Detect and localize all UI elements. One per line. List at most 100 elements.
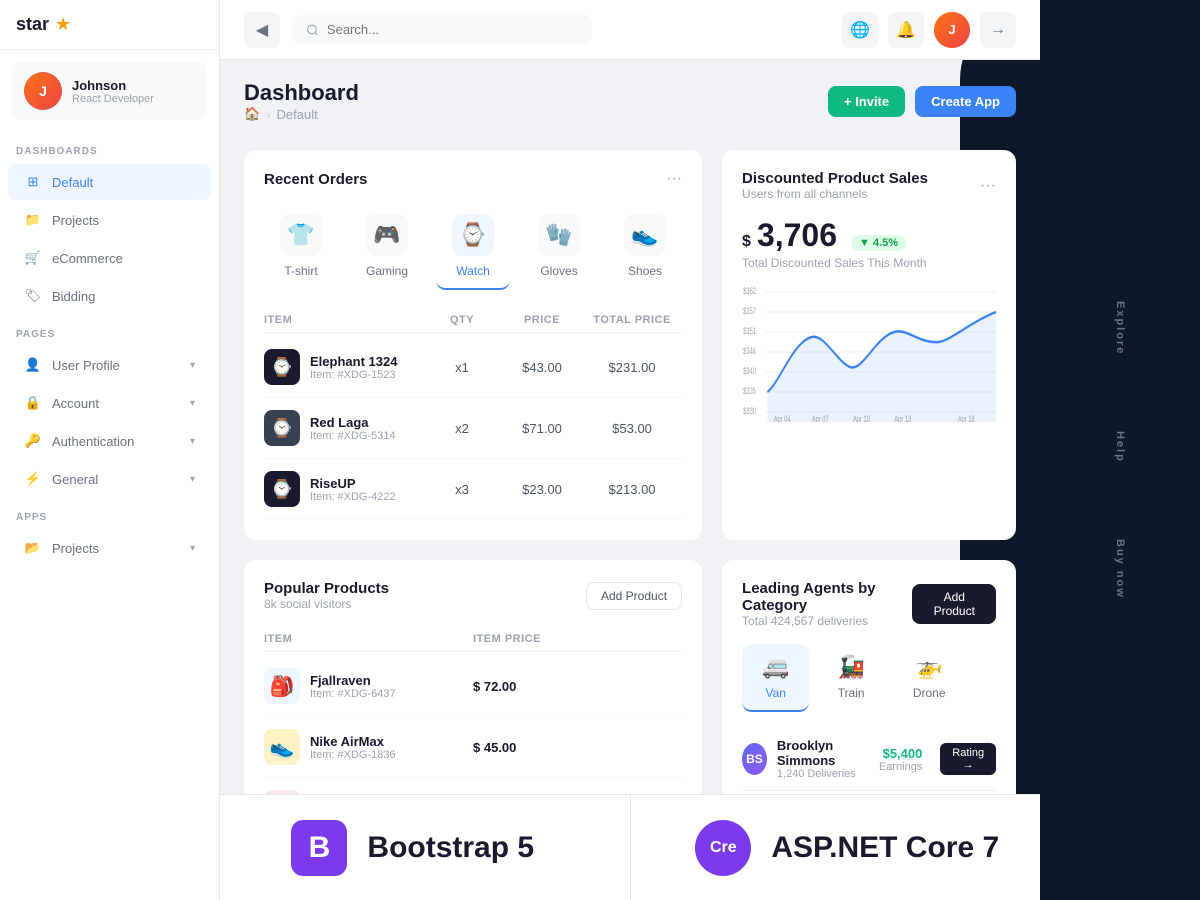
- tshirt-icon: 👕: [280, 214, 322, 256]
- sidebar-item-general[interactable]: ⚡ General ▾: [8, 461, 211, 497]
- grid-icon: ⊞: [24, 173, 42, 191]
- bootstrap-label: Bootstrap 5: [367, 831, 534, 865]
- product-row: 🎒 Fjallraven Item: #XDG-6437 $ 72.00: [264, 656, 682, 717]
- svg-text:$357: $357: [743, 306, 756, 317]
- product-name: Nike AirMax: [310, 734, 396, 749]
- product-id: Item: #XDG-1523: [310, 369, 397, 381]
- main-content: ◀ 🌐 🔔 J → Dashboard 🏠 › Default: [220, 0, 1040, 900]
- product-details: Elephant 1324 Item: #XDG-1523: [310, 354, 397, 381]
- recent-orders-title: Recent Orders: [264, 171, 367, 188]
- sidebar-item-projects[interactable]: 📁 Projects: [8, 202, 211, 238]
- explore-label[interactable]: Explore: [1106, 293, 1134, 363]
- tab-label: Shoes: [628, 264, 662, 278]
- invite-button[interactable]: + Invite: [828, 86, 905, 117]
- col-total: TOTAL PRICE: [582, 314, 682, 326]
- bootstrap-icon: B: [291, 820, 347, 876]
- product-row: 👟 Nike AirMax Item: #XDG-1836 $ 45.00: [264, 717, 682, 778]
- chevron-down-icon: ▾: [190, 398, 195, 409]
- search-icon: [306, 23, 319, 37]
- total-cell: $53.00: [582, 421, 682, 436]
- svg-text:$346: $346: [743, 346, 756, 357]
- product-price: $ 45.00: [473, 740, 682, 755]
- sidebar-user[interactable]: J Johnson React Developer: [12, 62, 207, 120]
- topbar: ◀ 🌐 🔔 J →: [220, 0, 1040, 60]
- svg-text:Apr 07: Apr 07: [812, 414, 829, 422]
- gaming-icon: 🎮: [366, 214, 408, 256]
- sidebar-item-bidding[interactable]: 🏷 Bidding: [8, 278, 211, 314]
- sidebar-item-label: Bidding: [52, 289, 95, 304]
- sidebar-item-authentication[interactable]: 🔑 Authentication ▾: [8, 423, 211, 459]
- col-qty: QTY: [422, 314, 502, 326]
- product-image: ⌚: [264, 349, 300, 385]
- add-product-agents-button[interactable]: Add Product: [912, 584, 996, 624]
- product-details: Fjallraven Item: #XDG-6437: [310, 673, 396, 700]
- add-product-button[interactable]: Add Product: [586, 582, 682, 610]
- product-image: ⌚: [264, 471, 300, 507]
- tab-drone[interactable]: 🚁 Drone: [893, 644, 966, 712]
- product-id: Item: #XDG-6437: [310, 688, 396, 700]
- search-box[interactable]: [292, 15, 592, 44]
- price-cell: $43.00: [502, 360, 582, 375]
- popular-title-area: Popular Products 8k social visitors: [264, 580, 389, 611]
- total-cell: $231.00: [582, 360, 682, 375]
- help-label[interactable]: Help: [1106, 423, 1134, 471]
- collapse-button[interactable]: ◀: [244, 12, 280, 48]
- page-title: Dashboard: [244, 80, 359, 106]
- sidebar-item-user-profile[interactable]: 👤 User Profile ▾: [8, 347, 211, 383]
- svg-text:Apr 10: Apr 10: [853, 414, 870, 422]
- tab-tshirt[interactable]: 👕 T-shirt: [264, 204, 338, 290]
- sidebar-item-account[interactable]: 🔒 Account ▾: [8, 385, 211, 421]
- tab-gloves[interactable]: 🧤 Gloves: [522, 204, 596, 290]
- discounted-header: Discounted Product Sales Users from all …: [742, 170, 996, 201]
- notification-button[interactable]: 🔔: [888, 12, 924, 48]
- arrow-right-icon[interactable]: →: [980, 12, 1016, 48]
- more-menu-icon[interactable]: ···: [980, 177, 996, 195]
- drone-icon: 🚁: [915, 654, 942, 680]
- brand-bar: B Bootstrap 5 Cre ASP.NET Core 7: [220, 794, 1040, 900]
- create-app-button[interactable]: Create App: [915, 86, 1016, 117]
- chart-container: $362 $357 $351 $346 $340 $335 $330: [742, 282, 996, 422]
- sidebar-item-apps-projects[interactable]: 📂 Projects ▾: [8, 530, 211, 566]
- search-input[interactable]: [327, 22, 578, 37]
- avatar: J: [24, 72, 62, 110]
- tab-label: Drone: [913, 686, 946, 700]
- breadcrumb-current: Default: [277, 107, 318, 122]
- product-name: RiseUP: [310, 476, 396, 491]
- svg-text:$351: $351: [743, 326, 756, 337]
- product-id: Item: #XDG-4222: [310, 491, 396, 503]
- qty-cell: x1: [422, 360, 502, 375]
- sidebar-item-label: eCommerce: [52, 251, 123, 266]
- tab-train[interactable]: 🚂 Train: [817, 644, 884, 712]
- product-details: Red Laga Item: #XDG-5314: [310, 415, 396, 442]
- tab-label: Watch: [456, 264, 490, 278]
- discounted-title-area: Discounted Product Sales Users from all …: [742, 170, 928, 201]
- product-info: ⌚ RiseUP Item: #XDG-4222: [264, 471, 422, 507]
- tab-gaming[interactable]: 🎮 Gaming: [350, 204, 424, 290]
- agent-name: Brooklyn Simmons: [777, 738, 869, 768]
- sidebar-item-default[interactable]: ⊞ Default: [8, 164, 211, 200]
- topbar-avatar[interactable]: J: [934, 12, 970, 48]
- agent-earnings: $5,400: [879, 746, 922, 761]
- logo-star: ★: [55, 14, 71, 35]
- tab-watch[interactable]: ⌚ Watch: [436, 204, 510, 290]
- tab-van[interactable]: 🚐 Van: [742, 644, 809, 712]
- product-details: Nike AirMax Item: #XDG-1836: [310, 734, 396, 761]
- price-cell: $71.00: [502, 421, 582, 436]
- sidebar-item-ecommerce[interactable]: 🛒 eCommerce: [8, 240, 211, 276]
- sidebar-item-label: Projects: [52, 213, 99, 228]
- logo-text: star: [16, 14, 49, 35]
- lightning-icon: ⚡: [24, 470, 42, 488]
- tag-icon: 🏷: [24, 287, 42, 305]
- sidebar-item-label: Projects: [52, 541, 99, 556]
- gloves-icon: 🧤: [538, 214, 580, 256]
- rating-button[interactable]: Rating →: [940, 743, 996, 775]
- buynow-label[interactable]: Buy now: [1106, 531, 1134, 607]
- product-price: $ 72.00: [473, 679, 682, 694]
- agent-row: BS Brooklyn Simmons 1,240 Deliveries $5,…: [742, 728, 996, 791]
- more-menu-icon[interactable]: ···: [666, 170, 682, 188]
- tab-shoes[interactable]: 👟 Shoes: [608, 204, 682, 290]
- sidebar: star ★ J Johnson React Developer DASHBOA…: [0, 0, 220, 900]
- table-row: ⌚ Red Laga Item: #XDG-5314 x2 $71.00 $53…: [264, 398, 682, 459]
- tab-label: Van: [766, 686, 786, 700]
- globe-icon-button[interactable]: 🌐: [842, 12, 878, 48]
